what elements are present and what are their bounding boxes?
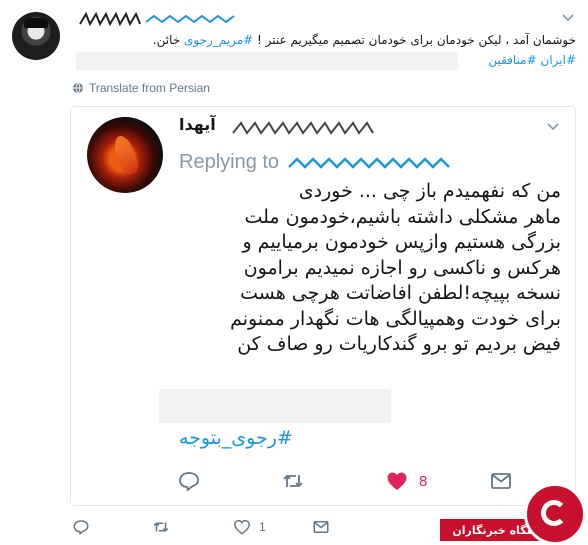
hashtag-link[interactable]: #مریم_رجوی [184,33,253,47]
tweet-header [76,10,576,30]
tweet-text-suffix: خائن. [152,33,184,47]
hashtag-link[interactable]: #ایران [541,53,577,67]
tweet-text-line-1: خوشمان آمد ، لیکن خودمان برای خودمان تصم… [76,30,576,50]
like-button[interactable]: 8 [385,469,427,493]
quoted-text-line: برای خودت وهمپیالگی هات نگهدار ممنونم [230,307,561,330]
scribbled-username [79,11,235,27]
quoted-text-line: من که نفهمیدم باز چی ... خوردی [298,180,561,202]
quoted-tweet-text: من که نفهمیدم باز چی ... خوردی ماهر مشکل… [91,179,561,358]
quoted-hashtag-link[interactable]: #رجوی_بتوجه [179,427,293,449]
globe-icon [73,82,83,94]
replying-to-label: Replying to [179,151,280,173]
scribbled-mention [288,157,450,169]
reply-button[interactable] [72,518,90,536]
like-count: 1 [259,520,266,534]
scribbled-username [232,121,374,135]
chevron-down-icon[interactable] [560,12,576,24]
quoted-text-line: فیض بردیم تو برو گندکاریات رو صاف کن [237,333,561,355]
translate-label: Translate from Persian [89,81,210,95]
tweet: خوشمان آمد ، لیکن خودمان برای خودمان تصم… [0,0,588,545]
reply-icon [179,472,199,491]
retweet-icon [283,475,303,487]
avatar[interactable] [12,12,60,60]
chevron-down-icon[interactable] [545,121,561,133]
message-icon [313,521,329,533]
redacted-area [159,389,391,423]
retweet-icon [153,522,169,532]
heart-icon [234,519,250,535]
tweet-text-prefix: خوشمان آمد ، لیکن خودمان برای خودمان تصم… [253,33,576,47]
quoted-text-line: هرکس و ناکسی رو اجازه نمیدیم برامون [243,256,561,279]
retweet-button[interactable] [281,469,305,493]
quoted-tweet-card[interactable]: آیهدا Replying to من که نفهمیدم باز چی .… [70,106,576,506]
reply-button[interactable] [177,469,201,493]
watermark-emblem [524,483,586,545]
heart-icon [387,472,407,490]
like-button[interactable]: 1 [233,518,266,536]
redacted-area [76,52,458,70]
translate-link[interactable]: Translate from Persian [72,80,210,96]
like-count: 8 [419,472,428,490]
quoted-text-line: بزرگی هستیم وازپس خودمون برمیاییم و [242,231,561,253]
watermark-logo: باشگاه خبرنگاران [440,475,588,545]
quoted-text-line: نسخه بپیچه!لطفن افاضاتت هرچی هست [240,282,561,304]
hashtag-link[interactable]: #منافقین [488,53,536,67]
message-button[interactable] [312,518,330,536]
reply-icon [73,520,89,535]
quoted-display-name[interactable]: آیهدا [179,115,216,134]
retweet-button[interactable] [152,518,170,536]
quoted-text-line: ماهر مشکلی داشته باشیم،خودمون ملت [244,205,561,228]
